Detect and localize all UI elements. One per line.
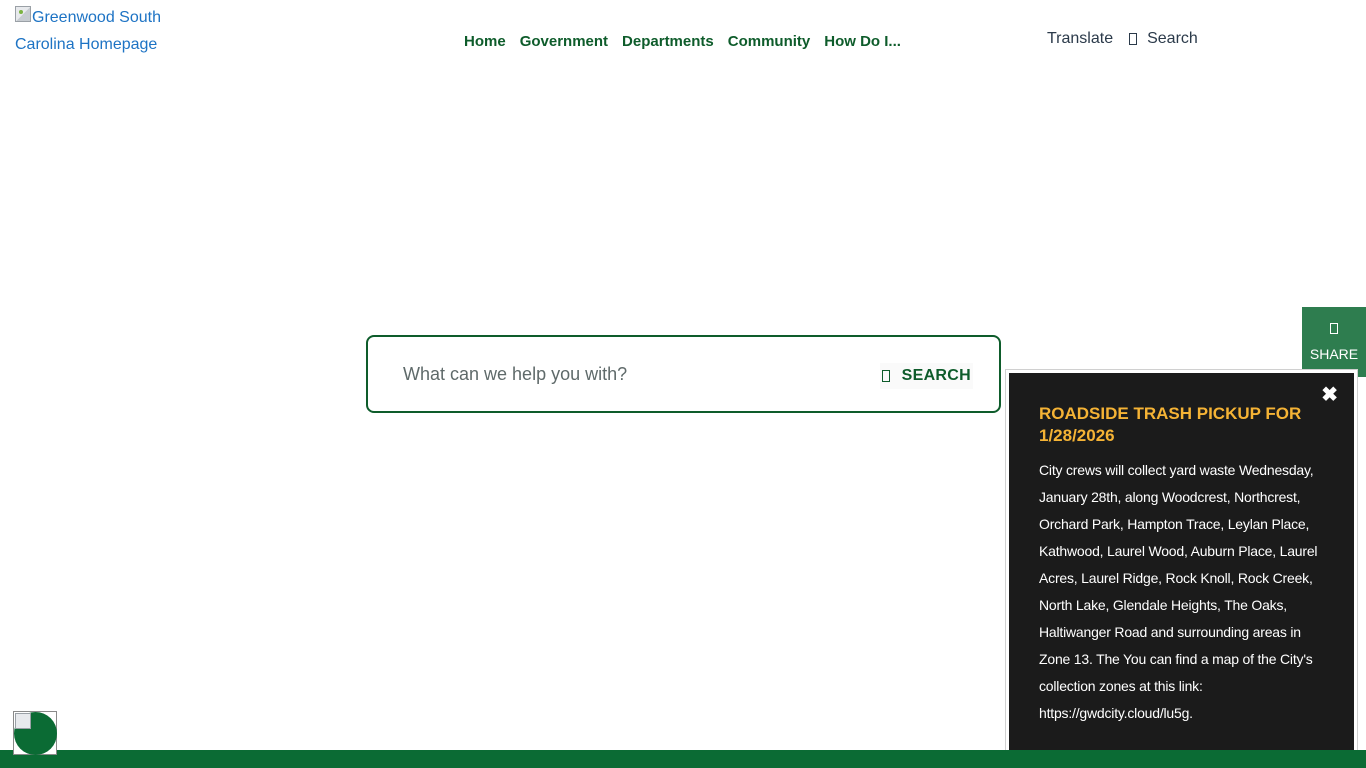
site-search-button-label: SEARCH — [901, 367, 971, 384]
homepage-logo-link[interactable]: Greenwood South Carolina Homepage — [15, 2, 185, 58]
share-label: SHARE — [1309, 346, 1359, 362]
site-search-box: SEARCH — [366, 335, 1001, 413]
nav-item-departments[interactable]: Departments — [615, 33, 721, 50]
broken-image-icon — [15, 6, 31, 22]
header-tools: Translate Search — [1047, 30, 1198, 48]
translate-button[interactable]: Translate — [1047, 30, 1113, 48]
nav-item-community[interactable]: Community — [721, 33, 818, 50]
logo-alt-text: Greenwood South Carolina Homepage — [15, 2, 185, 58]
nav-item-government[interactable]: Government — [513, 33, 615, 50]
logo-alt-label: Greenwood South Carolina Homepage — [15, 9, 161, 53]
main-navigation: Home Government Departments Community Ho… — [457, 27, 908, 55]
alert-title: ROADSIDE TRASH PICKUP FOR 1/28/2026 — [1039, 404, 1302, 445]
search-icon — [881, 370, 890, 382]
header-search-label: Search — [1147, 30, 1198, 47]
accessibility-widget-button[interactable] — [13, 711, 57, 755]
alert-body: City crews will collect yard waste Wedne… — [1039, 462, 1318, 721]
site-search-button[interactable]: SEARCH — [879, 363, 973, 389]
site-search-input[interactable] — [401, 359, 831, 389]
share-icon — [1330, 323, 1338, 334]
broken-image-icon — [15, 713, 31, 729]
close-icon[interactable]: ✖ — [1321, 385, 1338, 405]
share-button[interactable]: SHARE — [1302, 307, 1366, 377]
footer-bar — [0, 750, 1366, 768]
alert-popup: ✖ ROADSIDE TRASH PICKUP FOR 1/28/2026 Ci… — [1006, 370, 1357, 758]
nav-item-home[interactable]: Home — [457, 33, 513, 50]
header-search-button[interactable]: Search — [1129, 30, 1198, 48]
search-icon — [1129, 33, 1138, 45]
nav-item-how-do-i[interactable]: How Do I... — [817, 33, 908, 50]
